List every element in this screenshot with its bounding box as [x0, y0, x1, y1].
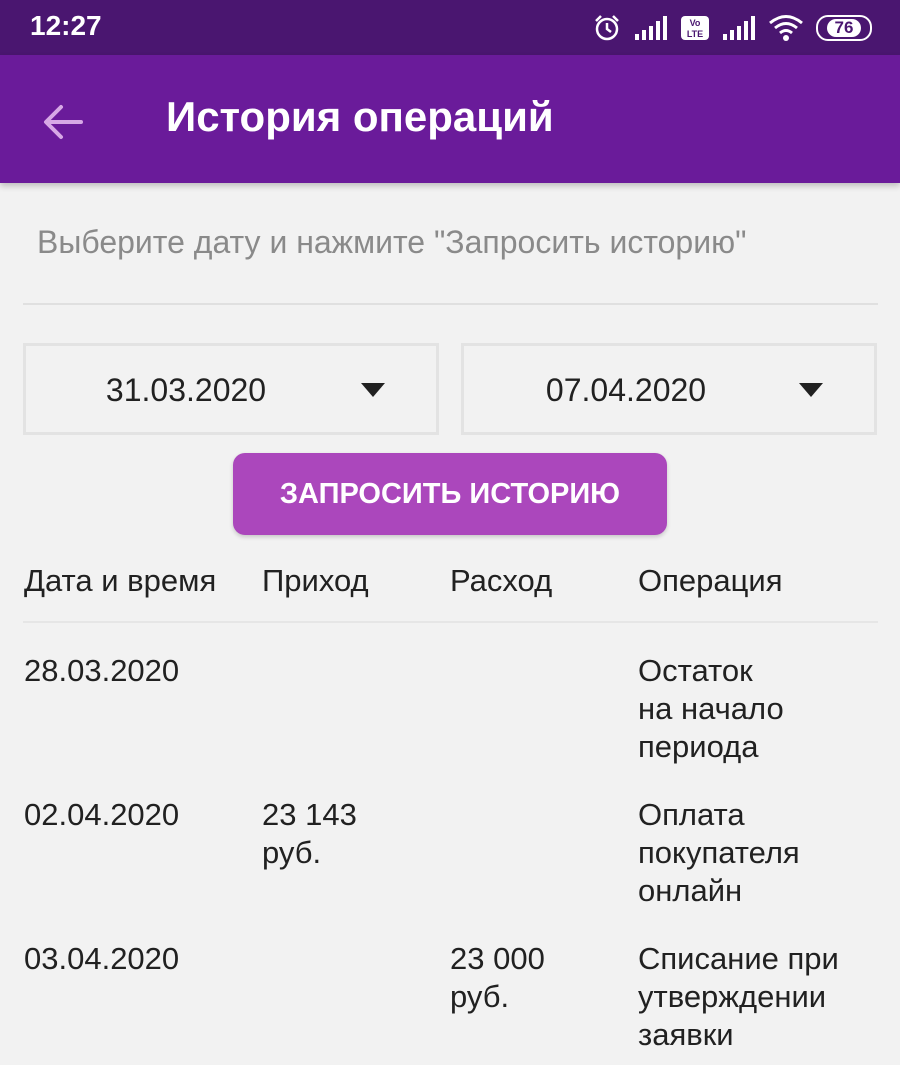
expense-amount: 23 000 [450, 941, 545, 976]
back-button[interactable] [36, 95, 90, 149]
row-operation: Остаток на начало периода [638, 652, 878, 766]
dropdown-arrow-icon [799, 383, 823, 397]
wifi-icon [769, 15, 803, 41]
battery-icon: 76 [816, 15, 872, 41]
operation-line: Остаток [638, 653, 753, 688]
signal-icon [635, 16, 667, 40]
income-currency: руб. [262, 835, 322, 870]
operation-line: покупателя [638, 835, 800, 870]
arrow-left-icon [44, 105, 83, 139]
row-operation: Оплата покупателя онлайн [638, 796, 878, 910]
operation-line: на начало [638, 691, 784, 726]
dropdown-arrow-icon [361, 383, 385, 397]
operation-line: утверждении [638, 979, 827, 1014]
status-time: 12:27 [30, 10, 102, 41]
svg-text:LTE: LTE [687, 29, 703, 39]
request-history-button[interactable]: ЗАПРОСИТЬ ИСТОРИЮ [233, 453, 667, 535]
column-header-operation: Операция [638, 563, 783, 598]
operation-line: Оплата [638, 797, 745, 832]
column-header-expense: Расход [450, 563, 553, 598]
income-amount: 23 143 [262, 797, 357, 832]
operation-line: онлайн [638, 873, 743, 908]
divider [23, 303, 878, 305]
hint-text: Выберите дату и нажмите "Запросить истор… [37, 224, 747, 260]
svg-text:Vo: Vo [690, 18, 701, 28]
battery-level: 76 [826, 19, 862, 37]
expense-currency: руб. [450, 979, 510, 1014]
row-expense: 23 000 руб. [450, 940, 610, 1016]
alarm-icon [595, 15, 619, 41]
page-title: История операций [166, 93, 554, 140]
status-icons: Vo LTE 76 [592, 12, 872, 44]
signal-icon [723, 16, 755, 40]
volte-icon: Vo LTE [681, 16, 709, 40]
date-to-value: 07.04.2020 [545, 372, 707, 408]
row-operation: Списание при утверждении заявки [638, 940, 878, 1054]
date-to-select[interactable]: 07.04.2020 [461, 343, 877, 435]
column-header-income: Приход [262, 563, 369, 598]
date-from-value: 31.03.2020 [105, 372, 267, 408]
row-date: 28.03.2020 [24, 653, 180, 688]
operation-line: Списание при [638, 941, 839, 976]
column-header-date: Дата и время [24, 563, 217, 598]
operation-line: заявки [638, 1017, 734, 1052]
row-date: 02.04.2020 [24, 797, 180, 832]
date-from-select[interactable]: 31.03.2020 [23, 343, 439, 435]
row-income: 23 143 руб. [262, 796, 422, 872]
status-bar: 12:27 Vo LTE 76 [0, 0, 900, 55]
row-date: 03.04.2020 [24, 941, 180, 976]
table-divider [23, 621, 878, 623]
operation-line: периода [638, 729, 759, 764]
app-bar: История операций [0, 55, 900, 183]
